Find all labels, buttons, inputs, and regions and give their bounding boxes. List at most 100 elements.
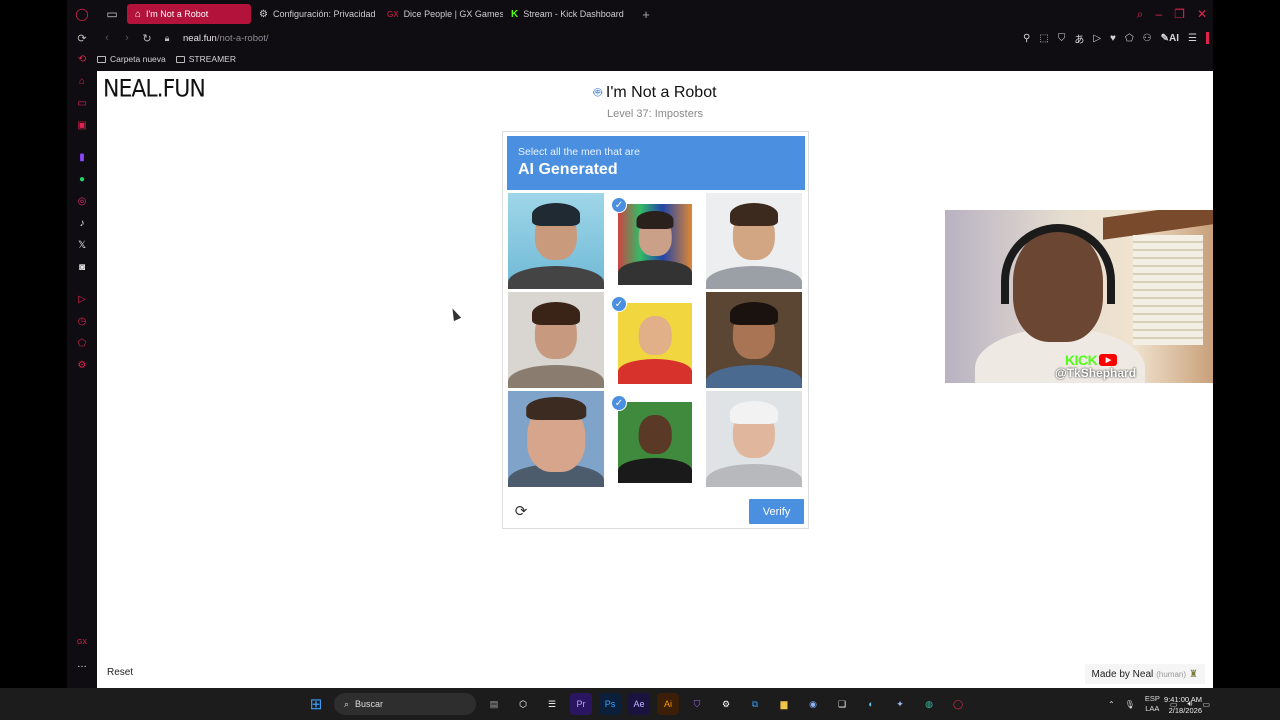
sidebar-cleaner-icon[interactable]: ▭: [67, 92, 97, 114]
windows-taskbar: ⊞ ⌕ Buscar ▤ ⬡ ☰ Pr Ps Ae Ai ⛉ ⚙ ⧉ ▆ ◉ ❏…: [0, 688, 1280, 720]
sidebar-gx-corner-icon[interactable]: ⟲: [67, 48, 97, 70]
tab-label: Dice People | GX Games: [403, 9, 503, 19]
tile-image: [618, 303, 692, 385]
search-tabs-icon[interactable]: ⌕: [1137, 7, 1144, 22]
translate-icon[interactable]: あ: [1074, 31, 1084, 46]
captcha-tile-7[interactable]: [508, 391, 604, 487]
photoshop-icon[interactable]: Ps: [599, 693, 621, 715]
sidebar-whatsapp-icon[interactable]: ●: [67, 168, 97, 190]
illustrator-icon[interactable]: Ai: [657, 693, 679, 715]
extensions-icon[interactable]: ⬠: [1125, 33, 1134, 44]
header: 🤖︎ I'm Not a Robot Level 37: Imposters: [97, 83, 1213, 120]
minimize-icon[interactable]: –: [1155, 7, 1162, 21]
shield-icon[interactable]: ⛉: [1058, 33, 1066, 44]
reload-button[interactable]: ↻: [137, 28, 157, 48]
opera-logo-icon[interactable]: ◯: [67, 0, 97, 28]
heart-icon[interactable]: ♥: [1110, 33, 1116, 44]
sidebar-instagram-icon[interactable]: ◎: [67, 190, 97, 212]
captcha-tile-4[interactable]: [508, 292, 604, 388]
tab-label: Configuración: Privacidad: [272, 9, 376, 19]
captcha-tile-2[interactable]: ✓: [607, 193, 703, 289]
task-view-icon[interactable]: ▤: [483, 693, 505, 715]
captcha-tile-5[interactable]: ✓: [607, 292, 703, 388]
sidebar-tiktok-icon[interactable]: ♪: [67, 212, 97, 234]
taskbar-search[interactable]: ⌕ Buscar: [334, 693, 476, 715]
microphone-icon[interactable]: 🎙︎: [1125, 700, 1135, 709]
windows-start-icon[interactable]: ⊞: [305, 693, 327, 715]
opera-sidebar: ⟲ ⌂ ▭ ▣ ▮ ● ◎ ♪ 𝕏 ◙ ▷ ◷ ⬠ ⚙ GX …: [67, 28, 97, 688]
pin-icon[interactable]: ⚲: [1023, 33, 1030, 44]
menu-icon[interactable]: ☰: [1188, 33, 1197, 44]
verify-button[interactable]: Verify: [749, 499, 804, 524]
webcam-window-blinds: [1133, 235, 1203, 345]
sidebar-gx-icon[interactable]: GX: [67, 631, 97, 653]
tab-settings-privacy[interactable]: ⚙ Configuración: Privacidad: [251, 4, 379, 24]
sidebar-discord-icon[interactable]: ◙: [67, 256, 97, 278]
sidebar-more-icon[interactable]: …: [67, 653, 97, 675]
sidebar-x-icon[interactable]: 𝕏: [67, 234, 97, 256]
clock-time: 9:41:00 AM: [1164, 695, 1202, 704]
battery-icon[interactable]: ▭: [1202, 700, 1210, 709]
app-icon-6[interactable]: ✦: [889, 693, 911, 715]
sidebar-history-icon[interactable]: ◷: [67, 310, 97, 332]
sidebar-mail-icon[interactable]: ▣: [67, 114, 97, 136]
url-path: /not-a-robot/: [216, 32, 269, 44]
url-field[interactable]: neal.fun/not-a-robot/: [183, 33, 269, 44]
file-explorer-icon[interactable]: ▆: [773, 693, 795, 715]
captcha-tile-9[interactable]: [706, 391, 802, 487]
ai-icon[interactable]: ✎AI: [1161, 33, 1179, 44]
taskbar-apps: ⊞ ⌕ Buscar ▤ ⬡ ☰ Pr Ps Ae Ai ⛉ ⚙ ⧉ ▆ ◉ ❏…: [305, 692, 969, 716]
play-icon[interactable]: ▷: [1093, 33, 1101, 44]
folder-icon: [175, 55, 185, 63]
after-effects-icon[interactable]: Ae: [628, 693, 650, 715]
vscode-icon[interactable]: ⧉: [744, 693, 766, 715]
steam-icon[interactable]: ◐: [860, 693, 882, 715]
sidebar-extensions-icon[interactable]: ⬠: [67, 332, 97, 354]
sidebar-gx-store-icon[interactable]: ⌂: [67, 70, 97, 92]
captcha-tile-6[interactable]: [706, 292, 802, 388]
app-icon-4[interactable]: ◉: [802, 693, 824, 715]
tile-image: [706, 292, 802, 388]
robot-small-icon: ♜: [1189, 668, 1198, 680]
close-icon[interactable]: ✕: [1197, 7, 1207, 21]
tab-strip: ◯ ▭ ⌂ I'm Not a Robot ⚙ Configuración: P…: [67, 0, 1213, 28]
reset-button[interactable]: Reset: [107, 667, 133, 678]
extensions-bar: ⚲ ⬚ ⛉ あ ▷ ♥ ⬠ ⚇ ✎AI ☰: [1023, 28, 1209, 48]
forward-button[interactable]: ›: [117, 28, 137, 48]
profile-icon[interactable]: ⚇: [1143, 33, 1152, 44]
captcha-tile-3[interactable]: [706, 193, 802, 289]
clock-date: 2/18/2026: [1168, 706, 1202, 715]
sidebar-settings-icon[interactable]: ⚙: [67, 354, 97, 376]
shield-app-icon[interactable]: ⛉: [686, 693, 708, 715]
tab-not-a-robot[interactable]: ⌂ I'm Not a Robot: [127, 4, 251, 24]
sidebar-twitch-icon[interactable]: ▮: [67, 146, 97, 168]
edge-icon[interactable]: ◍: [918, 693, 940, 715]
tab-menu-icon[interactable]: ▭: [97, 0, 127, 28]
tab-kick-dashboard[interactable]: K Stream - Kick Dashboard: [503, 4, 633, 24]
app-icon-3[interactable]: ⚙: [715, 693, 737, 715]
app-icon-5[interactable]: ❏: [831, 693, 853, 715]
made-by-credit[interactable]: Made by Neal (human) ♜: [1084, 664, 1205, 684]
refresh-icon[interactable]: ⟳: [512, 502, 530, 520]
opera-gx-icon[interactable]: ◯: [947, 693, 969, 715]
bookmark-folder-streamer[interactable]: STREAMER: [175, 54, 236, 64]
captcha-tile-8[interactable]: ✓: [607, 391, 703, 487]
back-button[interactable]: ‹: [97, 28, 117, 48]
gx-icon: GX: [387, 9, 399, 19]
sidebar-player-icon[interactable]: ▷: [67, 288, 97, 310]
app-icon-2[interactable]: ☰: [541, 693, 563, 715]
captcha-tile-1[interactable]: [508, 193, 604, 289]
tile-hair: [730, 202, 778, 226]
new-tab-button[interactable]: +: [637, 5, 655, 23]
premiere-icon[interactable]: Pr: [570, 693, 592, 715]
tab-gx-games[interactable]: GX Dice People | GX Games: [379, 4, 503, 24]
snapshot-icon[interactable]: ⬚: [1039, 33, 1048, 44]
restore-icon[interactable]: ❐: [1174, 7, 1185, 21]
chevron-up-icon[interactable]: ⌃: [1108, 700, 1115, 709]
address-bar: ⟳ ‹ › ↻ 🔒︎ neal.fun/not-a-robot/ ⚲ ⬚ ⛉ あ…: [67, 28, 1213, 48]
bookmark-folder-carpeta[interactable]: Carpeta nueva: [97, 54, 166, 64]
taskbar-clock[interactable]: 9:41:00 AM 2/18/2026: [1164, 694, 1202, 716]
language-indicator[interactable]: ESP LAA: [1145, 694, 1160, 714]
check-icon: ✓: [611, 296, 627, 312]
app-icon-1[interactable]: ⬡: [512, 693, 534, 715]
